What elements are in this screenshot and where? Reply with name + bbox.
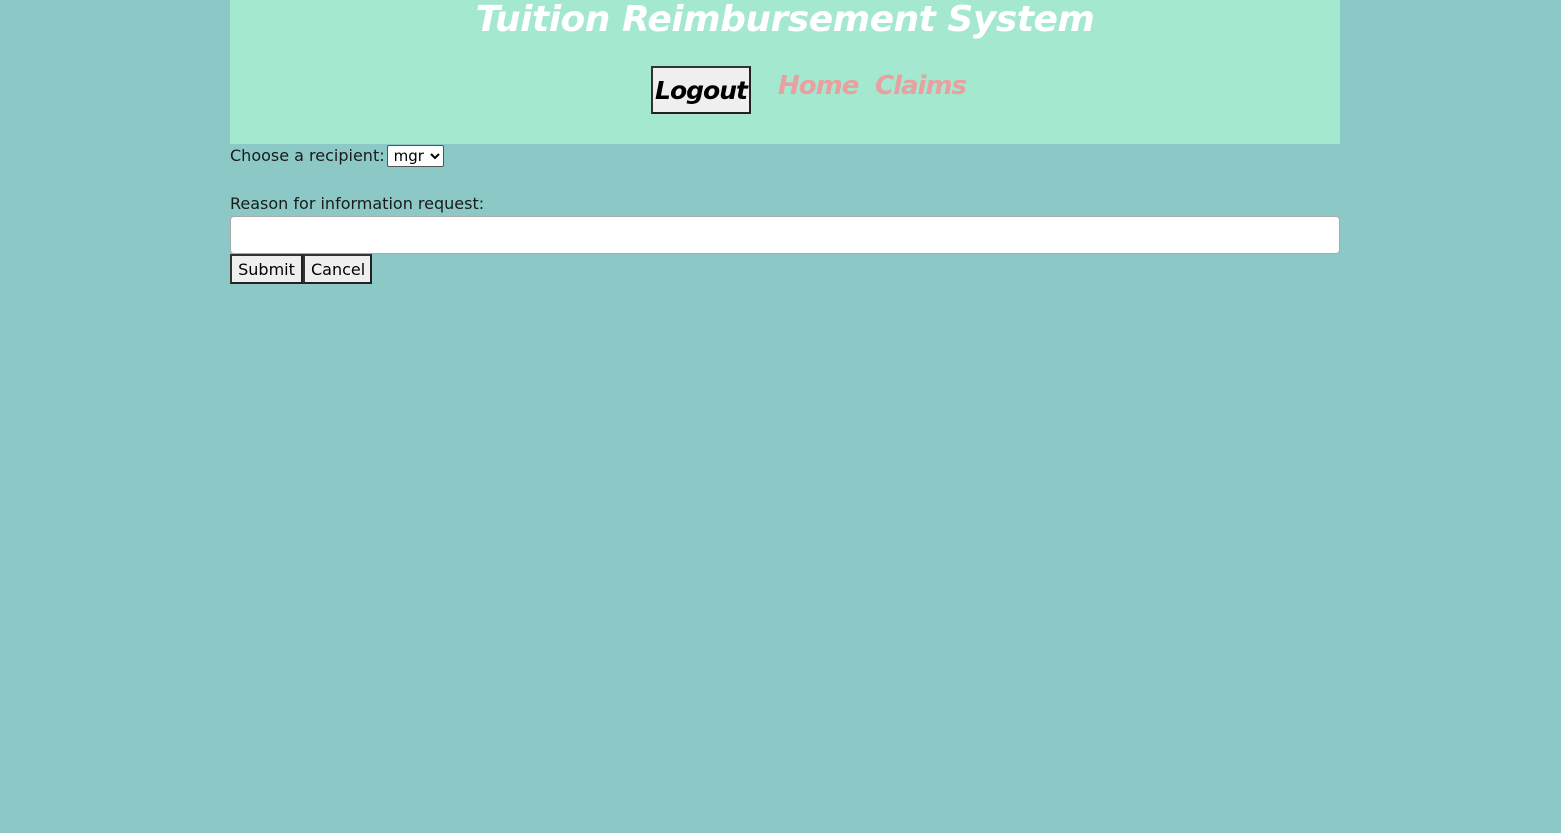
site-header: Tuition Reimbursement System Logout Home…: [230, 0, 1340, 144]
form-buttons: Submit Cancel: [230, 254, 372, 284]
recipient-row: Choose a recipient: mgr: [230, 145, 444, 167]
site-title: Tuition Reimbursement System: [475, 0, 1095, 40]
submit-button[interactable]: Submit: [230, 254, 303, 284]
cancel-button[interactable]: Cancel: [303, 254, 372, 284]
nav-link-home[interactable]: Home: [778, 68, 859, 104]
nav-link-claims[interactable]: Claims: [875, 68, 967, 104]
reason-input[interactable]: [230, 216, 1340, 254]
reason-label: Reason for information request:: [230, 194, 485, 213]
page-container: Tuition Reimbursement System Logout Home…: [230, 0, 1340, 284]
recipient-select[interactable]: mgr: [386, 145, 444, 167]
main-nav: Logout Home Claims: [230, 66, 1340, 114]
recipient-label: Choose a recipient:: [230, 146, 385, 165]
logout-button[interactable]: Logout: [651, 66, 751, 114]
